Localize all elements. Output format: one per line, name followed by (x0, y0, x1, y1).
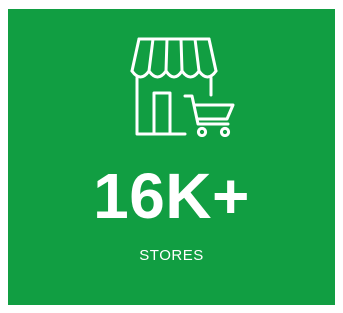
stat-label: STORES (139, 247, 204, 264)
store-with-cart-icon (130, 37, 235, 137)
stat-card: 16K+ STORES (8, 9, 335, 305)
stat-value: 16K+ (93, 160, 250, 232)
